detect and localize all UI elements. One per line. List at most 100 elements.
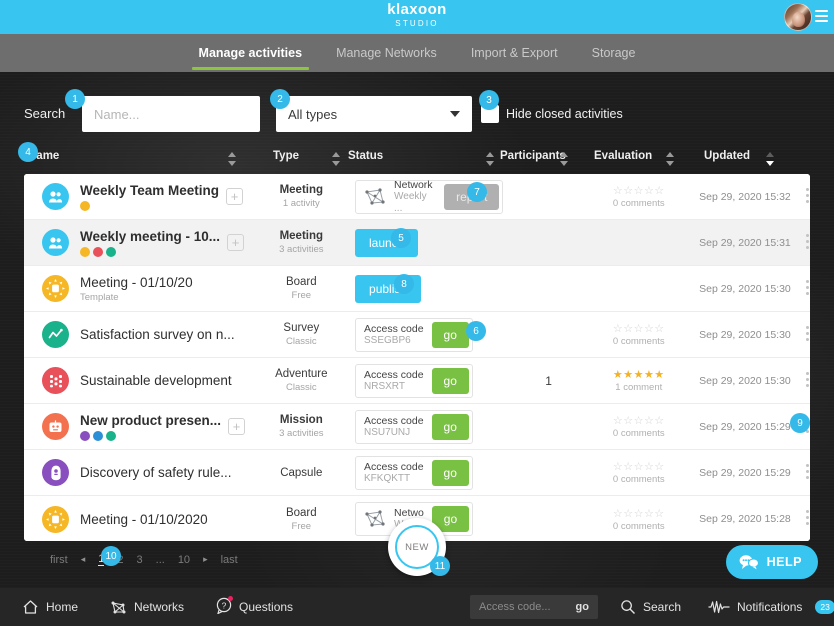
activity-name[interactable]: Meeting - 01/10/20 xyxy=(80,275,193,290)
table-row[interactable]: Weekly Team Meeting + Meeting 1 activity Net… xyxy=(24,174,810,220)
tab-manage-networks[interactable]: Manage Networks xyxy=(319,34,454,72)
activity-name[interactable]: Weekly Team Meeting xyxy=(80,183,219,198)
access-code-field[interactable]: Access code... go xyxy=(470,595,598,619)
callout-9: 9 xyxy=(790,413,810,433)
go-button[interactable]: go xyxy=(431,367,469,394)
access-code-go-button[interactable]: go xyxy=(576,601,589,613)
row-menu-button[interactable] xyxy=(806,279,810,298)
column-header-status[interactable]: Status xyxy=(348,150,383,162)
expand-activities-button[interactable]: + xyxy=(228,418,246,435)
cell-updated: Sep 29, 2020 15:30 xyxy=(699,374,791,387)
access-code-box[interactable]: Access code SSEGBP6 go xyxy=(355,317,473,352)
help-button[interactable]: HELP xyxy=(725,545,818,579)
activity-type: Mission xyxy=(279,414,323,426)
bottom-item-home-label: Home xyxy=(46,600,79,614)
access-code-box[interactable]: Access code NRSXRT go xyxy=(355,363,473,398)
cell-status: publish xyxy=(337,274,503,303)
avatar[interactable] xyxy=(784,3,812,31)
page-next[interactable]: ▸ xyxy=(203,554,208,565)
sort-toggle-name[interactable] xyxy=(228,151,237,167)
access-code-box[interactable]: Access code NSU7UNJ go xyxy=(355,409,473,444)
brand-bar: klaxoon STUDIO xyxy=(0,0,834,34)
page-3[interactable]: 3 xyxy=(137,554,143,566)
comments-count: 1 comment xyxy=(615,382,663,393)
table-row[interactable]: Discovery of safety rule... Capsule Access… xyxy=(24,450,810,496)
bottom-notifications-label: Notifications xyxy=(737,600,803,614)
bottom-item-home[interactable]: Home xyxy=(22,599,78,615)
page-last[interactable]: last xyxy=(221,554,238,566)
hamburger-icon[interactable] xyxy=(815,10,828,25)
activity-name[interactable]: Meeting - 01/10/2020 xyxy=(80,512,208,527)
cell-participants: 1 xyxy=(545,373,552,388)
activity-name[interactable]: Satisfaction survey on n... xyxy=(80,327,235,342)
star-rating: ☆☆☆☆☆ xyxy=(612,507,665,520)
sort-toggle-status[interactable] xyxy=(486,151,495,167)
bottom-notifications[interactable]: Notifications 23 xyxy=(708,600,834,614)
row-menu-button[interactable] xyxy=(806,233,810,252)
sort-toggle-evaluation[interactable] xyxy=(666,151,675,167)
row-menu-button[interactable] xyxy=(806,371,810,390)
column-header-updated[interactable]: Updated xyxy=(704,150,750,162)
type-filter-select[interactable]: All types xyxy=(276,96,472,132)
sort-toggle-updated[interactable] xyxy=(766,151,775,167)
tab-manage-activities[interactable]: Manage activities xyxy=(182,34,320,72)
column-header-participants[interactable]: Participants xyxy=(500,150,566,162)
tab-import-export[interactable]: Import & Export xyxy=(454,34,575,72)
go-button[interactable]: go xyxy=(431,459,469,486)
go-button[interactable]: go xyxy=(431,321,469,348)
activity-name[interactable]: Sustainable development xyxy=(80,373,232,388)
cell-menu xyxy=(806,463,810,482)
main-nav: Manage activities Manage Networks Import… xyxy=(0,34,834,72)
access-code-box[interactable]: Access code KFKQKTT go xyxy=(355,455,473,490)
survey-icon xyxy=(42,321,69,348)
row-menu-button[interactable] xyxy=(806,463,810,482)
row-menu-button[interactable] xyxy=(806,510,810,528)
page-prev[interactable]: ◂ xyxy=(81,554,86,565)
cell-evaluation: ☆☆☆☆☆ 0 comments xyxy=(594,184,684,209)
cell-status: launch xyxy=(337,228,503,257)
cell-type: Meeting 3 activities xyxy=(266,230,337,255)
cell-status: Access code NSU7UNJ go xyxy=(337,409,503,444)
page-10[interactable]: 10 xyxy=(178,554,190,566)
table-row[interactable]: Meeting - 01/10/20 Template Board Free publi… xyxy=(24,266,810,312)
adventure-icon xyxy=(42,367,69,394)
table-row[interactable]: Satisfaction survey on n... Survey Classic… xyxy=(24,312,810,358)
cell-evaluation: ☆☆☆☆☆ 0 comments xyxy=(594,460,684,485)
table-row[interactable]: Weekly meeting - 10... + Meeting 3 activiti… xyxy=(24,220,810,266)
cell-updated: Sep 29, 2020 15:29 xyxy=(699,466,791,479)
magnifier-icon xyxy=(621,600,635,614)
row-menu-button[interactable] xyxy=(806,187,810,206)
column-header-type[interactable]: Type xyxy=(273,150,299,162)
bottom-item-questions[interactable]: ? Questions xyxy=(216,596,293,617)
activity-type: Capsule xyxy=(280,466,323,479)
row-menu-button[interactable] xyxy=(806,325,810,344)
tab-storage[interactable]: Storage xyxy=(575,34,653,72)
go-button[interactable]: go xyxy=(431,413,469,440)
name-wrap: Sustainable development xyxy=(80,373,232,388)
chevron-down-icon xyxy=(450,111,460,117)
activity-name[interactable]: New product presen... xyxy=(80,413,221,428)
page-first[interactable]: first xyxy=(50,554,68,566)
callout-1: 1 xyxy=(65,89,85,109)
search-input[interactable] xyxy=(82,96,260,132)
bottom-search[interactable]: Search xyxy=(620,599,681,615)
sort-toggle-participants[interactable] xyxy=(560,151,569,167)
bottom-item-networks[interactable]: Networks xyxy=(110,599,184,616)
expand-activities-button[interactable]: + xyxy=(226,188,244,205)
activity-name[interactable]: Weekly meeting - 10... xyxy=(80,229,220,244)
table-row[interactable]: New product presen... + Mission 3 activitie… xyxy=(24,404,810,450)
expand-activities-button[interactable]: + xyxy=(227,234,245,251)
table-row[interactable]: Sustainable development Adventure Classic A… xyxy=(24,358,810,404)
cell-name: Discovery of safety rule... xyxy=(24,459,266,486)
star-rating: ☆☆☆☆☆ xyxy=(612,323,665,335)
sort-toggle-type[interactable] xyxy=(332,151,341,167)
activity-dot xyxy=(106,430,116,441)
access-code-label: Access code xyxy=(364,414,424,427)
cell-type: Mission 3 activities xyxy=(266,414,337,439)
cell-evaluation: ☆☆☆☆☆ 0 comments xyxy=(594,507,684,532)
activity-name[interactable]: Discovery of safety rule... xyxy=(80,465,232,480)
column-header-evaluation[interactable]: Evaluation xyxy=(594,150,652,162)
mission-icon xyxy=(42,413,69,440)
activities-list: Weekly Team Meeting + Meeting 1 activity Net… xyxy=(24,174,810,541)
row-subtitle: Template xyxy=(80,291,119,303)
